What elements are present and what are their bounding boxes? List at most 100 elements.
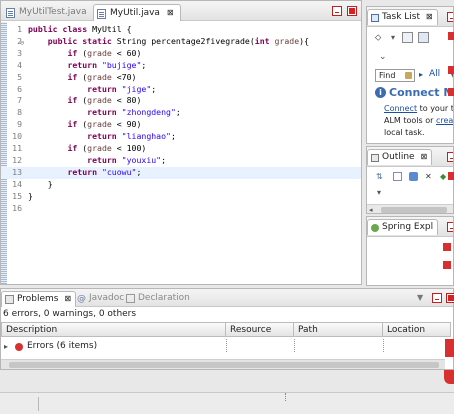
- error-icon: [15, 343, 23, 351]
- code-token: class: [62, 24, 93, 34]
- tab-myutiltest[interactable]: MyUtilTest.java: [3, 4, 93, 21]
- code-line[interactable]: 13 return "cuowu";: [1, 166, 361, 179]
- status-bar: [0, 392, 454, 414]
- spring-explorer-view: Spring Expl: [366, 216, 454, 286]
- minimize-icon[interactable]: [447, 152, 453, 162]
- problems-row-errors[interactable]: ▸ Errors (6 items): [1, 341, 441, 354]
- code-token: ;: [136, 166, 142, 177]
- error-marker-icon: [448, 88, 454, 96]
- code-text: }: [28, 179, 53, 191]
- new-task-icon[interactable]: ⬦: [375, 33, 385, 43]
- line-number: 4: [17, 59, 22, 70]
- close-tab-icon[interactable]: ⊠: [64, 294, 71, 303]
- code-line[interactable]: 16: [1, 203, 361, 215]
- chevron-right-icon: ▸: [419, 70, 424, 79]
- code-token: if: [67, 143, 83, 153]
- tab-label: Spring Expl: [382, 222, 434, 232]
- line-number: 5: [17, 71, 22, 82]
- expand-arrow-icon[interactable]: ▸: [4, 342, 8, 351]
- find-options-icon[interactable]: [405, 72, 412, 79]
- close-tab-icon[interactable]: ⊠: [426, 12, 433, 21]
- minimize-icon[interactable]: [447, 222, 453, 232]
- code-token: String percentage2fivegrade(: [116, 35, 255, 46]
- errors-label: Errors (6 items): [27, 341, 98, 351]
- hide-fields-icon[interactable]: [393, 172, 402, 181]
- hide-static-icon[interactable]: [409, 172, 418, 181]
- code-token: grade: [87, 71, 112, 82]
- javadoc-icon: @: [77, 294, 86, 304]
- code-token: ;: [151, 83, 157, 94]
- tab-label: MyUtilTest.java: [19, 7, 87, 17]
- horizontal-scrollbar[interactable]: ◂: [367, 204, 453, 213]
- code-line[interactable]: 12 return "youxiu";: [1, 155, 361, 167]
- maximize-icon[interactable]: [347, 6, 357, 16]
- code-line[interactable]: 2 ⊖ public static String percentage2fiveg…: [1, 36, 361, 48]
- code-line[interactable]: 1 public class MyUtil {: [1, 24, 361, 36]
- connect-mylyn-title: Connect Mylyn: [389, 86, 453, 99]
- code-line[interactable]: 7 if (grade < 80): [1, 95, 361, 107]
- dropdown-arrow-icon[interactable]: ▾: [391, 33, 401, 43]
- code-line[interactable]: 15}: [1, 191, 361, 203]
- filter-icon[interactable]: ▼: [417, 293, 423, 302]
- java-file-icon: [6, 8, 15, 18]
- line-number: 11: [12, 143, 22, 153]
- tab-declaration[interactable]: Declaration: [123, 291, 194, 307]
- dropdown-arrow-icon[interactable]: ▾: [377, 188, 387, 198]
- close-tab-icon[interactable]: ⊠: [167, 8, 174, 17]
- code-line[interactable]: 9 if (grade < 90): [1, 119, 361, 131]
- task-list-icon: [371, 14, 379, 22]
- connect-description: Connect to your t ALM tools or crea loca…: [384, 103, 453, 139]
- sort-icon[interactable]: ⇅: [376, 172, 386, 182]
- code-line[interactable]: 4 return "bujige";: [1, 60, 361, 72]
- code-token: static: [82, 35, 117, 46]
- code-token: return: [87, 107, 122, 118]
- code-text: }: [28, 191, 33, 203]
- chevron-down-icon[interactable]: ⌄: [379, 52, 389, 62]
- all-filter-link[interactable]: All: [429, 69, 440, 79]
- scheduled-icon[interactable]: [418, 32, 429, 43]
- code-line[interactable]: 14 }: [1, 179, 361, 191]
- categorized-icon[interactable]: [402, 32, 413, 43]
- maximize-icon[interactable]: [446, 293, 454, 303]
- code-line[interactable]: 3 if (grade < 60): [1, 48, 361, 60]
- scroll-left-icon[interactable]: ◂: [369, 206, 373, 213]
- hide-nonpublic-icon[interactable]: ✕: [425, 172, 435, 182]
- code-token: < 80): [111, 95, 142, 106]
- scrollbar-thumb[interactable]: [381, 207, 447, 213]
- tab-spring-explorer[interactable]: Spring Expl: [367, 219, 439, 235]
- connect-link[interactable]: Connect: [384, 104, 417, 113]
- tab-myutil[interactable]: MyUtil.java ⊠: [93, 4, 181, 21]
- find-placeholder: Find: [379, 71, 396, 80]
- column-description[interactable]: Description: [1, 322, 226, 337]
- code-line[interactable]: 11 if (grade < 100): [1, 143, 361, 155]
- column-location[interactable]: Location: [383, 322, 451, 337]
- tab-javadoc[interactable]: @ Javadoc: [74, 291, 128, 307]
- column-path[interactable]: Path: [294, 322, 383, 337]
- minimize-icon[interactable]: [447, 12, 453, 22]
- column-resource[interactable]: Resource: [226, 322, 294, 337]
- find-input[interactable]: Find: [375, 69, 415, 82]
- error-marker-icon: [443, 261, 451, 269]
- code-line[interactable]: 5 if (grade <70): [1, 72, 361, 84]
- tab-task-list[interactable]: Task List ⊠: [367, 9, 438, 25]
- error-marker-icon: [448, 172, 454, 180]
- connect-text-2: ALM tools or: [384, 116, 436, 125]
- code-line[interactable]: 8 return "zhongdeng";: [1, 107, 361, 119]
- close-tab-icon[interactable]: ⊠: [420, 152, 427, 161]
- code-area[interactable]: 1 public class MyUtil {2 ⊖ public static S…: [1, 22, 361, 284]
- scrollbar-thumb[interactable]: [9, 362, 439, 368]
- tab-outline[interactable]: Outline ⊠: [367, 149, 433, 165]
- create-link[interactable]: crea: [436, 116, 453, 125]
- code-line[interactable]: 6 return "jige";: [1, 84, 361, 96]
- code-line[interactable]: 10 return "lianghao";: [1, 131, 361, 143]
- minimize-icon[interactable]: [432, 293, 442, 303]
- code-token: if: [67, 71, 83, 82]
- minimize-icon[interactable]: [332, 6, 342, 16]
- horizontal-scrollbar[interactable]: [1, 359, 445, 369]
- tab-problems[interactable]: Problems ⊠: [1, 291, 77, 307]
